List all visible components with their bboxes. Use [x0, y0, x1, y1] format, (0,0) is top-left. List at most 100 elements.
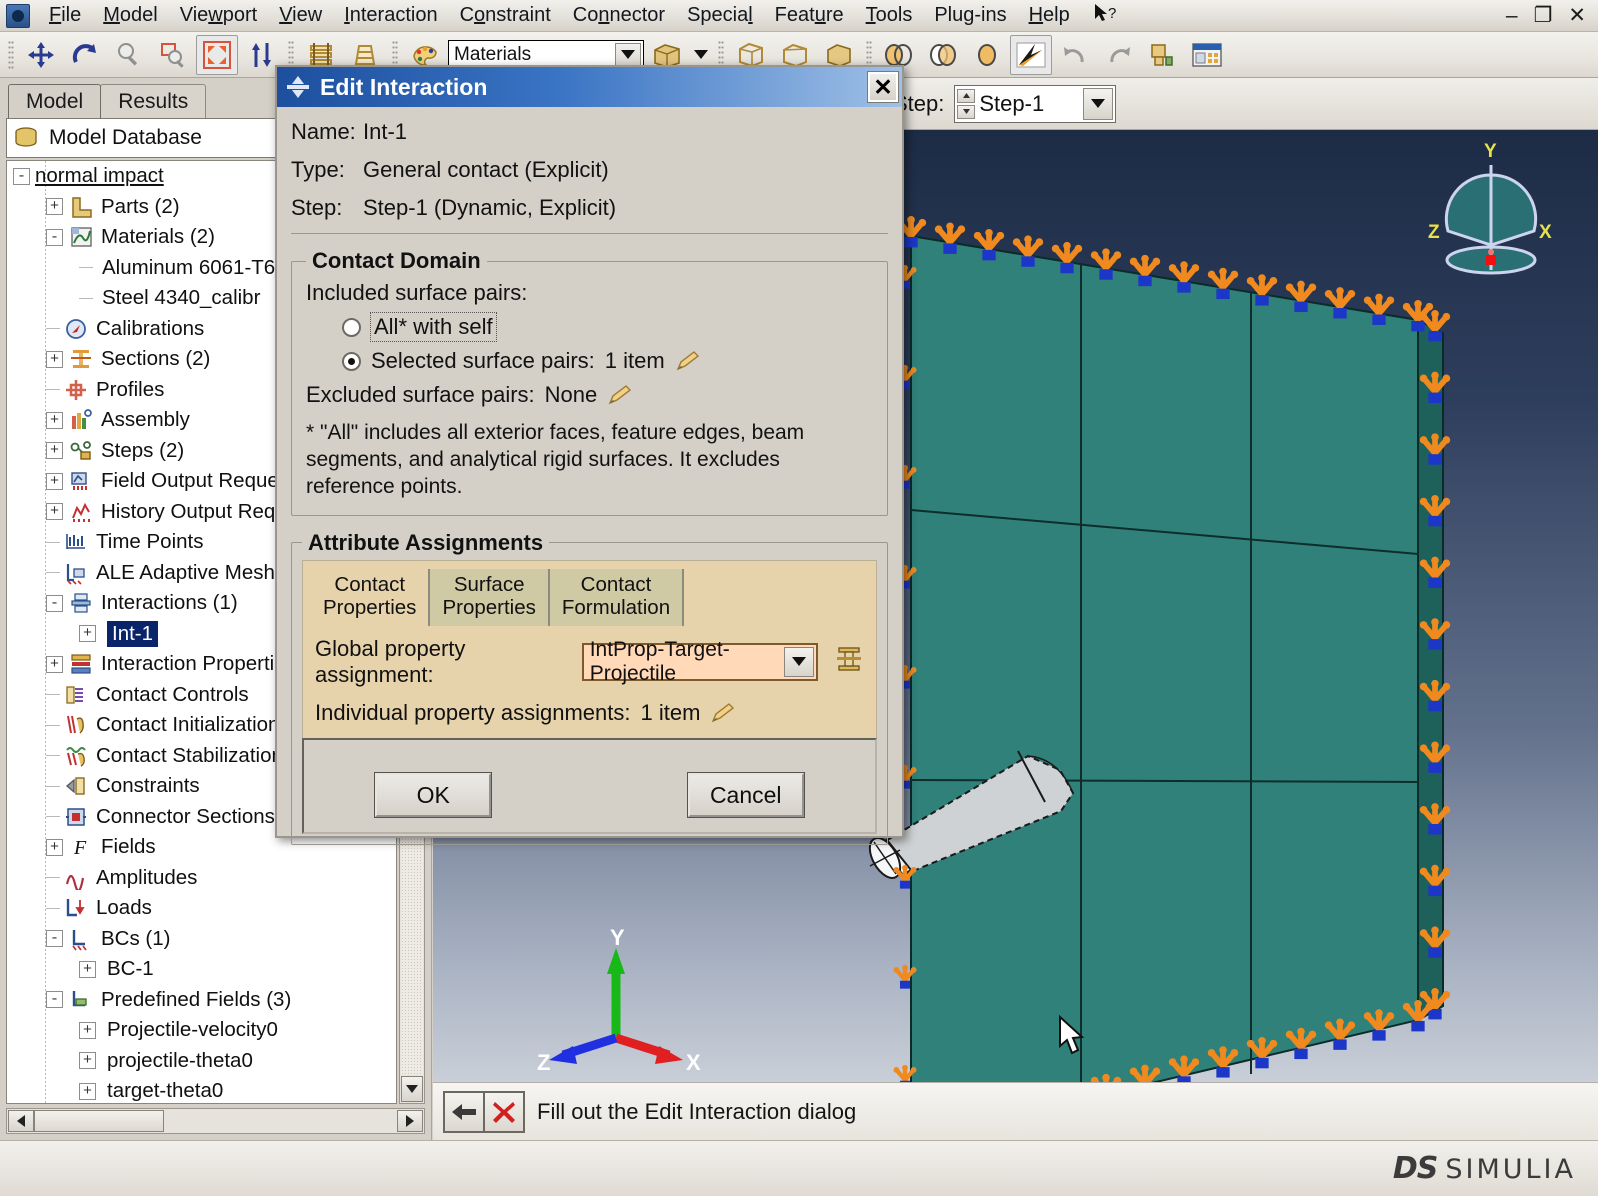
tree-horizontal-scrollbar[interactable]	[6, 1108, 425, 1134]
menu-connector[interactable]: Connector	[562, 0, 676, 31]
menu-interaction[interactable]: Interaction	[333, 0, 448, 31]
menu-viewport[interactable]: Viewport	[169, 0, 268, 31]
close-button[interactable]: ✕	[1568, 5, 1586, 26]
collapse-icon[interactable]: -	[13, 167, 30, 185]
menu-tools[interactable]: Tools	[855, 0, 924, 31]
expand-icon[interactable]: +	[46, 411, 63, 429]
menu-model[interactable]: Model	[92, 0, 168, 31]
back-arrow-icon[interactable]	[443, 1090, 485, 1133]
tree-item-bc-1[interactable]: + BC-1	[7, 954, 396, 985]
interaction-property-icon	[68, 652, 94, 676]
tree-item-bcs-1[interactable]: - BCs (1)	[7, 924, 396, 955]
chevron-down-icon[interactable]	[784, 646, 814, 677]
pencil-edit-icon[interactable]	[710, 702, 736, 724]
tab-contact-properties[interactable]: Contact Properties	[311, 568, 431, 626]
expand-icon[interactable]: +	[79, 1052, 96, 1070]
menu-view[interactable]: View	[268, 0, 333, 31]
individual-property-assignments-value: 1 item	[640, 699, 701, 725]
tree-item-label: Contact Controls	[96, 682, 249, 706]
cancel-x-icon[interactable]	[483, 1090, 525, 1133]
step-spinner[interactable]	[957, 88, 976, 119]
expand-icon[interactable]: +	[79, 1082, 96, 1100]
expand-icon[interactable]: +	[79, 960, 96, 978]
fields-icon: F	[68, 835, 94, 859]
scroll-right-arrow-icon[interactable]	[397, 1110, 423, 1132]
menu-file[interactable]: File	[38, 0, 92, 31]
profile-icon	[63, 378, 89, 402]
dialog-titlebar[interactable]: Edit Interaction ✕	[277, 67, 902, 107]
tree-item-projectile-theta0[interactable]: + projectile-theta0	[7, 1046, 396, 1077]
expand-icon[interactable]: +	[79, 1021, 96, 1039]
pencil-edit-icon[interactable]	[607, 384, 633, 406]
highlight-icon[interactable]	[1010, 34, 1052, 75]
radio-selected-surface-pairs-button[interactable]	[342, 351, 361, 371]
menu-help[interactable]: Help	[1018, 0, 1081, 31]
radio-selected-surface-pairs[interactable]: Selected surface pairs: 1 item	[342, 348, 873, 374]
tools-icon[interactable]	[1186, 35, 1228, 75]
expand-icon[interactable]: +	[79, 625, 96, 643]
expand-icon[interactable]: +	[46, 655, 63, 673]
scroll-left-arrow-icon[interactable]	[8, 1110, 34, 1132]
radio-all-with-self-button[interactable]	[342, 317, 361, 337]
expand-icon[interactable]: +	[46, 503, 63, 521]
menu-plugins[interactable]: Plug-ins	[923, 0, 1017, 31]
abaqus-app-icon[interactable]	[6, 3, 30, 28]
history-output-icon	[68, 500, 94, 524]
menu-constraint[interactable]: Constraint	[449, 0, 562, 31]
collapse-icon[interactable]: -	[46, 228, 63, 246]
rotate-view-icon[interactable]	[64, 35, 106, 75]
expand-icon[interactable]: +	[46, 442, 63, 460]
svg-text:Y: Y	[1484, 141, 1497, 162]
menu-bar: File Model Viewport View Interaction Con…	[0, 0, 1598, 32]
scroll-down-arrow-icon[interactable]	[401, 1076, 423, 1102]
global-property-assignment-combo[interactable]: IntProp-Target-Projectile	[581, 638, 818, 685]
tree-leaf-connector	[46, 755, 60, 757]
expand-icon[interactable]: +	[46, 472, 63, 490]
tree-item-label: BCs (1)	[101, 926, 171, 950]
tab-surface-properties[interactable]: Surface Properties	[430, 568, 550, 626]
edit-interaction-dialog[interactable]: Edit Interaction ✕ Name: Int-1 Type: Gen…	[275, 65, 904, 845]
tab-results[interactable]: Results	[100, 84, 207, 118]
toolbar-grip[interactable]	[8, 39, 14, 70]
view-orientation-triad[interactable]: Y X Z	[1406, 135, 1576, 285]
pencil-edit-icon[interactable]	[675, 350, 701, 372]
tree-item-loads[interactable]: Loads	[7, 893, 396, 924]
pan-view-icon[interactable]	[20, 35, 62, 75]
collapse-icon[interactable]: -	[46, 991, 63, 1009]
restore-button[interactable]: ❐	[1534, 5, 1553, 26]
redo-icon[interactable]	[1098, 35, 1140, 75]
box-zoom-icon[interactable]	[152, 35, 194, 75]
dialog-close-button[interactable]: ✕	[867, 71, 899, 103]
menu-feature[interactable]: Feature	[764, 0, 855, 31]
minimize-button[interactable]: –	[1506, 5, 1518, 26]
tree-hscroll-thumb[interactable]	[34, 1110, 164, 1132]
chevron-down-icon[interactable]	[615, 42, 641, 67]
tree-item-label: Contact Stabilization	[96, 743, 283, 767]
chevron-down-icon[interactable]	[1083, 87, 1114, 120]
tree-item-projectile-velocity0[interactable]: + Projectile-velocity0	[7, 1015, 396, 1046]
collapse-icon[interactable]: -	[46, 930, 63, 948]
collapse-icon[interactable]: -	[46, 594, 63, 612]
tab-model[interactable]: Model	[8, 84, 102, 118]
expand-icon[interactable]: +	[46, 198, 63, 216]
ok-button[interactable]: OK	[374, 772, 493, 818]
cancel-button[interactable]: Cancel	[686, 772, 805, 818]
query-icon[interactable]	[1142, 35, 1184, 75]
context-help-icon[interactable]: ?	[1081, 0, 1129, 34]
undo-icon[interactable]	[1054, 35, 1096, 75]
step-selector[interactable]: Step-1	[954, 84, 1117, 123]
tree-item-amplitudes[interactable]: Amplitudes	[7, 863, 396, 894]
shade-icon[interactable]	[966, 35, 1008, 75]
tab-contact-formulation[interactable]: Contact Formulation	[549, 568, 685, 626]
translucency-icon[interactable]	[922, 35, 964, 75]
magnify-view-icon[interactable]	[108, 35, 150, 75]
expand-icon[interactable]: +	[46, 350, 63, 368]
expand-icon[interactable]: +	[46, 838, 63, 856]
radio-all-with-self[interactable]: All* with self	[342, 312, 873, 342]
edit-table-icon[interactable]	[834, 644, 864, 680]
menu-special[interactable]: Special	[676, 0, 764, 31]
model-database-label: Model Database	[49, 126, 202, 149]
auto-fit-view-icon[interactable]	[196, 34, 238, 75]
tree-item-target-theta0[interactable]: + target-theta0	[7, 1076, 396, 1103]
tree-item-predefined-fields-3[interactable]: - Predefined Fields (3)	[7, 985, 396, 1016]
